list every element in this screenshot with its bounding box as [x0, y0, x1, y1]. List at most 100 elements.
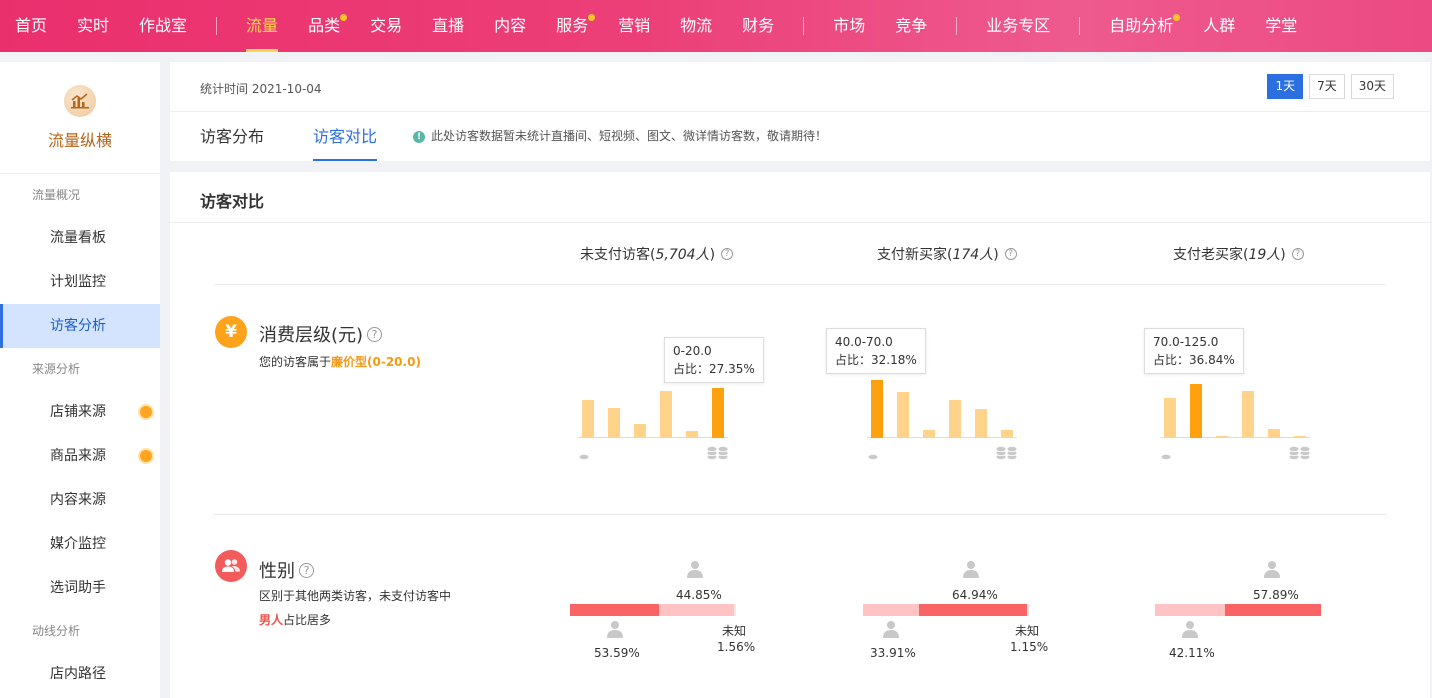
- sidebar-item-content-source[interactable]: 内容来源: [0, 478, 160, 522]
- top-navigation: 首页 实时 作战室 流量 品类 交易 直播 内容 服务 营销 物流 财务 市场 …: [0, 0, 1432, 52]
- female-icon: [963, 561, 979, 578]
- chart-bar[interactable]: [1164, 398, 1176, 438]
- nav-content[interactable]: 内容: [479, 0, 541, 52]
- chart-bar[interactable]: [712, 388, 724, 438]
- sidebar-item-board[interactable]: 流量看板: [0, 216, 160, 260]
- unknown-label: 未知: [1015, 624, 1040, 638]
- chart-bar[interactable]: [1216, 436, 1228, 438]
- male-bar[interactable]: [1225, 604, 1321, 616]
- nav-service[interactable]: 服务: [541, 0, 603, 52]
- nav-finance[interactable]: 财务: [727, 0, 789, 52]
- consumption-chart-new-buyer[interactable]: 40.0-70.0 占比：32.18%: [826, 328, 1027, 468]
- chart-bar[interactable]: [1242, 391, 1254, 438]
- help-icon[interactable]: ?: [1291, 248, 1304, 260]
- tooltip-range: 0-20.0: [673, 344, 712, 358]
- nav-competition[interactable]: 竞争: [880, 0, 942, 52]
- sidebar-item-plan[interactable]: 计划监控: [0, 260, 160, 304]
- nav-business-zone[interactable]: 业务专区: [971, 0, 1065, 52]
- chart-bar[interactable]: [871, 380, 883, 438]
- female-bar[interactable]: [659, 604, 734, 616]
- unknown-bar[interactable]: [1027, 604, 1029, 616]
- chart-bar[interactable]: [608, 408, 620, 438]
- chart-bar[interactable]: [1268, 429, 1280, 438]
- tab-visitor-compare[interactable]: 访客对比: [313, 112, 378, 161]
- chart-bar[interactable]: [582, 400, 594, 438]
- nav-crowd[interactable]: 人群: [1188, 0, 1250, 52]
- nav-live[interactable]: 直播: [417, 0, 479, 52]
- help-icon[interactable]: ?: [299, 562, 314, 578]
- tooltip-ratio: 占比：27.35%: [673, 362, 755, 376]
- nav-war-room[interactable]: 作战室: [124, 0, 202, 52]
- day-button-30[interactable]: 30天: [1350, 74, 1394, 99]
- male-bar[interactable]: [919, 604, 1027, 616]
- section-title: 访客对比: [200, 192, 265, 211]
- tooltip-ratio: 占比：32.18%: [835, 353, 917, 367]
- chart-bar[interactable]: [897, 392, 909, 438]
- consumption-desc: 您的访客属于廉价型(0-20.0): [259, 355, 421, 369]
- sidebar-item-visitor[interactable]: 访客分析: [0, 304, 160, 348]
- gender-highlight: 男人: [259, 613, 284, 627]
- sidebar: 流量纵横 流量概况 流量看板 计划监控 访客分析 来源分析 店铺来源 商品来源 …: [0, 62, 160, 698]
- female-bar[interactable]: [1155, 604, 1225, 616]
- help-icon[interactable]: ?: [367, 326, 383, 342]
- gender-title-text: 性别: [259, 561, 295, 582]
- gender-group-unpaid: 44.85% 53.59% 未知 1.56%: [570, 544, 755, 664]
- nav-trade[interactable]: 交易: [355, 0, 417, 52]
- chart-tooltip: 70.0-125.0 占比：36.84%: [1144, 328, 1244, 374]
- coin-icon: [1160, 453, 1172, 460]
- nav-traffic[interactable]: 流量: [231, 0, 293, 52]
- nav-realtime[interactable]: 实时: [62, 0, 124, 52]
- nav-self-analysis[interactable]: 自助分析: [1094, 0, 1188, 52]
- chart-bar[interactable]: [923, 430, 935, 438]
- unknown-bar[interactable]: [734, 604, 736, 616]
- nav-category-label: 品类: [308, 16, 341, 35]
- day-button-1[interactable]: 1天: [1267, 74, 1304, 99]
- female-bar[interactable]: [863, 604, 919, 616]
- chart-bar[interactable]: [975, 409, 987, 438]
- chart-bar[interactable]: [634, 424, 646, 438]
- day-button-7[interactable]: 7天: [1309, 74, 1345, 99]
- tab-visitor-distribution[interactable]: 访客分布: [200, 112, 264, 161]
- nav-self-analysis-label: 自助分析: [1109, 16, 1174, 35]
- nav-marketing[interactable]: 营销: [603, 0, 665, 52]
- nav-academy[interactable]: 学堂: [1250, 0, 1312, 52]
- chart-bar[interactable]: [1001, 430, 1013, 438]
- chart-bar[interactable]: [949, 400, 961, 438]
- sidebar-item-shop-source[interactable]: 店铺来源: [0, 390, 160, 434]
- consumption-chart-unpaid[interactable]: 0-20.0 占比：27.35%: [578, 337, 764, 468]
- sidebar-item-product-source[interactable]: 商品来源: [0, 434, 160, 478]
- sidebar-brand-title: 流量纵横: [47, 130, 112, 150]
- chart-tooltip: 40.0-70.0 占比：32.18%: [826, 328, 926, 374]
- header-card: 统计时间 2021-10-04 1天 7天 30天 访客分布 访客对比 ! 此处…: [170, 62, 1430, 161]
- chart-bar[interactable]: [1294, 436, 1306, 438]
- gender-desc-line2: 男人占比居多: [259, 613, 332, 627]
- sidebar-item-label: 店铺来源: [50, 404, 106, 420]
- chart-bar[interactable]: [660, 391, 672, 438]
- chart-bar[interactable]: [1190, 384, 1202, 438]
- coins-stack-icon: [706, 446, 729, 460]
- sidebar-item-label: 商品来源: [50, 448, 106, 464]
- help-icon[interactable]: ?: [1004, 248, 1017, 260]
- sidebar-item-route[interactable]: 店内路径: [0, 652, 160, 696]
- nav-separator: [216, 17, 218, 35]
- traffic-chart-icon: [64, 84, 96, 117]
- nav-home[interactable]: 首页: [0, 0, 62, 52]
- sidebar-item-keyword[interactable]: 选词助手: [0, 566, 160, 610]
- consumption-chart-old-buyer[interactable]: 70.0-125.0 占比：36.84%: [1144, 328, 1320, 468]
- nav-market[interactable]: 市场: [818, 0, 880, 52]
- tooltip-range: 40.0-70.0: [835, 335, 893, 349]
- help-icon[interactable]: ?: [721, 248, 734, 260]
- column-head-new-buyer: 支付新买家(174人) ?: [877, 244, 1017, 264]
- nav-category[interactable]: 品类: [293, 0, 355, 52]
- female-percent: 57.89%: [1253, 588, 1299, 602]
- column-label: 支付老买家(19人): [1173, 247, 1286, 263]
- chart-bar[interactable]: [686, 431, 698, 438]
- sidebar-group-overview: 流量概况: [32, 188, 81, 202]
- coin-icon: [867, 453, 879, 460]
- tooltip-ratio: 占比：36.84%: [1153, 353, 1235, 367]
- male-bar[interactable]: [570, 604, 659, 616]
- female-percent: 64.94%: [952, 588, 998, 602]
- nav-logistics[interactable]: 物流: [665, 0, 727, 52]
- nav-service-label: 服务: [556, 16, 589, 35]
- sidebar-item-media[interactable]: 媒介监控: [0, 522, 160, 566]
